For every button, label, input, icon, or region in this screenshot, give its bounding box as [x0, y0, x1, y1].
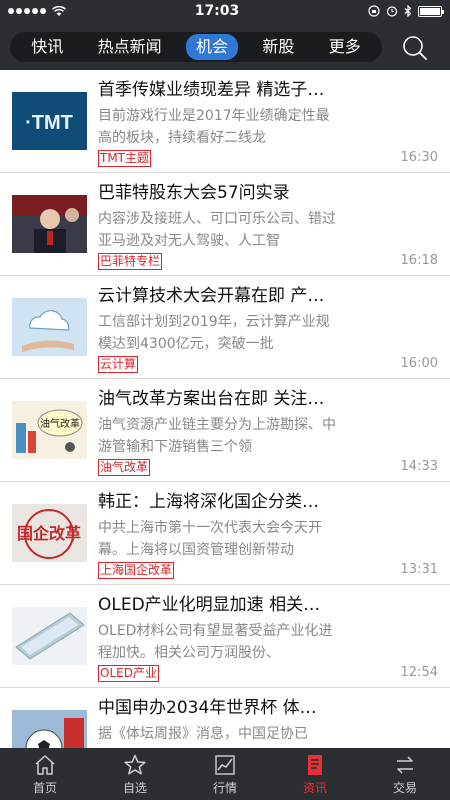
- wifi-icon: [52, 5, 66, 16]
- news-summary: 工信部计划到2019年，云计算产业规模达到4300亿元，突破一批: [98, 314, 330, 352]
- tab-3[interactable]: 新股: [252, 34, 304, 60]
- news-title: 韩正：上海将深化国企分类…: [98, 492, 319, 512]
- news-title: OLED产业化明显加速 相关…: [98, 595, 321, 615]
- bottom-tab-label: 行情: [212, 780, 237, 795]
- news-tag[interactable]: TMT主题: [98, 150, 152, 167]
- bottom-tab-4[interactable]: 交易: [360, 748, 450, 800]
- news-summary: 目前游戏行业是2017年业绩确定性最高的板块，持续看好二线龙: [98, 108, 330, 146]
- news-item[interactable]: ·TMT 首季传媒业绩现差异 精选子… 目前游戏行业是2017年业绩确定性最高的…: [0, 70, 450, 173]
- alarm-icon: [386, 6, 398, 17]
- exchange-icon: [397, 755, 413, 774]
- status-right: [368, 5, 444, 17]
- lock-rotation-icon: [368, 5, 380, 17]
- battery-icon: [417, 5, 444, 17]
- svg-text:油气改革: 油气改革: [40, 417, 80, 430]
- news-tag[interactable]: 上海国企改革: [98, 562, 175, 579]
- app-header: 17:03 快讯 热点新闻 机会 新股 更多: [0, 0, 450, 70]
- star-icon: [124, 754, 146, 775]
- news-time: 14:33: [400, 459, 438, 474]
- news-summary: OLED材料公司有望显著受益产业化进程加快。相关公司万润股份、: [98, 623, 333, 661]
- tab-0[interactable]: 快讯: [21, 34, 73, 60]
- news-tag[interactable]: 巴菲特专栏: [98, 253, 163, 270]
- news-tag[interactable]: 油气改革: [98, 459, 151, 476]
- search-icon: [403, 36, 427, 60]
- news-time: 12:54: [400, 665, 438, 680]
- news-title: 中国申办2034年世界杯 体…: [98, 698, 317, 718]
- news-thumbnail-cloud: [12, 298, 87, 356]
- news-time: 16:18: [400, 253, 438, 268]
- news-time: 16:30: [400, 150, 438, 165]
- home-icon: [35, 754, 55, 775]
- tab-4[interactable]: 更多: [319, 34, 371, 60]
- news-title: 巴菲特股东大会57问实录: [98, 183, 290, 203]
- status-left: [8, 5, 66, 17]
- news-summary: 油气资源产业链主要分为上游勘探、中游管输和下游销售三个领: [98, 417, 336, 455]
- tab-2[interactable]: 机会: [185, 34, 238, 60]
- news-list[interactable]: ·TMT 首季传媒业绩现差异 精选子… 目前游戏行业是2017年业绩确定性最高的…: [0, 70, 450, 748]
- news-icon: [308, 754, 322, 775]
- news-summary: 中共上海市第十一次代表大会今天开幕。上海将以国资管理创新带动: [98, 520, 322, 558]
- news-item[interactable]: 国企改革 韩正：上海将深化国企分类… 中共上海市第十一次代表大会今天开幕。上海将…: [0, 482, 450, 585]
- bottom-tab-label: 资讯: [302, 780, 327, 795]
- tab-1[interactable]: 热点新闻: [88, 34, 172, 60]
- bluetooth-icon: [404, 5, 412, 17]
- news-thumbnail-buffett: [12, 195, 87, 253]
- bottom-tab-0[interactable]: 首页: [0, 748, 90, 800]
- news-item[interactable]: OLED产业化明显加速 相关… OLED材料公司有望显著受益产业化进程加快。相关…: [0, 585, 450, 688]
- news-summary: 据《体坛周报》消息，中国足协已: [98, 726, 308, 742]
- news-thumbnail-football: [12, 710, 87, 748]
- news-item[interactable]: 巴菲特股东大会57问实录 内容涉及接班人、可口可乐公司、错过亚马逊及对无人驾驶、…: [0, 173, 450, 276]
- news-title: 油气改革方案出台在即 关注…: [98, 389, 325, 409]
- category-tabs: 快讯 热点新闻 机会 新股 更多: [10, 32, 382, 62]
- svg-text:国企改革: 国企改革: [17, 524, 81, 543]
- bottom-tab-label: 交易: [392, 780, 417, 795]
- news-tag[interactable]: OLED产业: [98, 665, 159, 682]
- news-time: 16:00: [400, 356, 438, 371]
- signal-dots-icon: [8, 8, 46, 14]
- news-item[interactable]: 云计算技术大会开幕在即 产… 工信部计划到2019年，云计算产业规模达到4300…: [0, 276, 450, 379]
- chart-icon: [215, 754, 235, 775]
- bottom-tab-label: 自选: [122, 780, 147, 795]
- bottom-tab-bar: 首页 自选 行情 资讯 交易: [0, 748, 450, 800]
- news-summary: 内容涉及接班人、可口可乐公司、错过亚马逊及对无人驾驶、人工智: [98, 211, 336, 249]
- news-item[interactable]: 油气改革 油气改革方案出台在即 关注… 油气资源产业链主要分为上游勘探、中游管输…: [0, 379, 450, 482]
- bottom-tab-2[interactable]: 行情: [180, 748, 270, 800]
- search-button[interactable]: [402, 35, 428, 61]
- news-item[interactable]: 中国申办2034年世界杯 体… 据《体坛周报》消息，中国足协已: [0, 688, 450, 748]
- bottom-tab-1[interactable]: 自选: [90, 748, 180, 800]
- news-time: 13:31: [400, 562, 438, 577]
- status-time: 17:03: [194, 3, 240, 19]
- news-title: 云计算技术大会开幕在即 产…: [98, 286, 325, 306]
- bottom-tab-3[interactable]: 资讯: [270, 748, 360, 800]
- status-bar: 17:03: [0, 0, 450, 22]
- news-thumbnail-soe: 国企改革: [12, 504, 87, 562]
- news-title: 首季传媒业绩现差异 精选子…: [98, 80, 325, 100]
- bottom-tab-label: 首页: [32, 780, 57, 795]
- category-nav: 快讯 热点新闻 机会 新股 更多: [0, 22, 450, 70]
- svg-text:·TMT: ·TMT: [25, 112, 73, 134]
- news-thumbnail-oil: 油气改革: [12, 401, 87, 459]
- news-tag[interactable]: 云计算: [98, 356, 139, 373]
- news-thumbnail-tmt: ·TMT: [12, 92, 87, 150]
- news-thumbnail-oled: [12, 607, 87, 665]
